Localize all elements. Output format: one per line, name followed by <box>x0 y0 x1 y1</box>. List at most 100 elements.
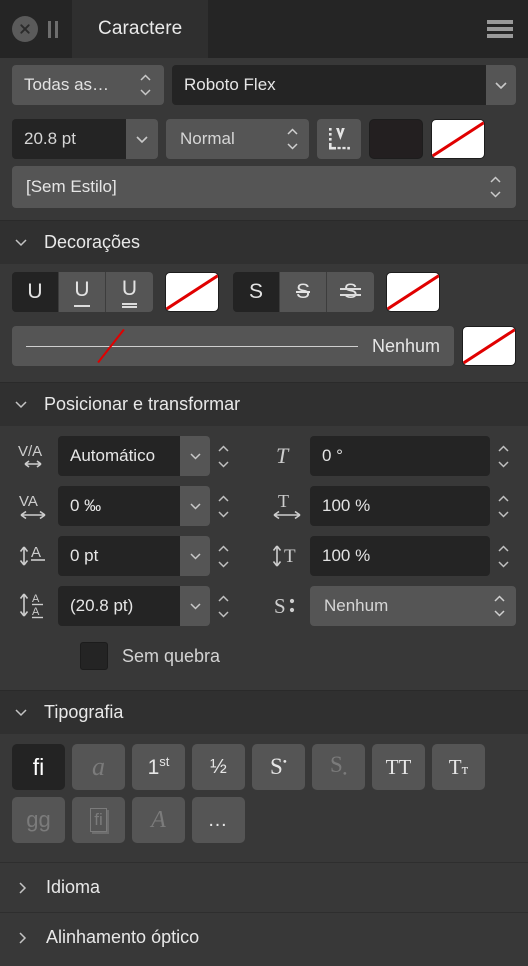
alternate-glyphs-label: gg <box>26 807 51 832</box>
font-size-field[interactable]: 20.8 pt <box>12 119 158 159</box>
contextual-alternates-label: a <box>92 752 105 781</box>
leading-value: (20.8 pt) <box>58 586 180 626</box>
underline-double-button[interactable]: U <box>106 272 153 312</box>
kerning-chevron-down-icon[interactable] <box>180 436 210 476</box>
superscript-label: S• <box>270 754 287 779</box>
all-caps-button[interactable]: TT <box>372 744 425 790</box>
strikethrough-color-swatch[interactable] <box>386 272 440 312</box>
fractions-button[interactable]: ½ <box>192 744 245 790</box>
decoration-line-style-row: Nenhum <box>0 320 528 372</box>
ordinals-button[interactable]: 1st <box>132 744 185 790</box>
strikethrough-double-glyph: S <box>343 280 358 303</box>
tab-label: Caractere <box>98 18 183 39</box>
panel-titlebar: Caractere <box>0 0 528 58</box>
text-position-value: Nenhum <box>324 596 389 615</box>
strikethrough-double-label: S <box>340 280 361 304</box>
no-break-label: Sem quebra <box>122 645 221 666</box>
ordinals-label: 1st <box>147 754 170 779</box>
swash-button[interactable]: A <box>132 797 185 843</box>
subscript-button[interactable]: S• <box>312 744 365 790</box>
more-typography-label: … <box>207 808 230 831</box>
skew-stepper[interactable] <box>490 436 516 476</box>
subscript-glyph: S <box>330 752 343 778</box>
kerning-select[interactable]: Automático <box>58 436 210 476</box>
text-baseline-icon[interactable] <box>317 119 361 159</box>
section-header-typography[interactable]: Tipografia <box>0 690 528 734</box>
drag-handle-icon[interactable] <box>48 20 58 38</box>
chevron-down-icon <box>14 400 28 409</box>
underline-color-swatch[interactable] <box>165 272 219 312</box>
text-style-select[interactable]: [Sem Estilo] <box>12 166 516 208</box>
character-panel: Caractere Todas as… Roboto Flex 20.8 pt <box>0 0 528 966</box>
section-header-optical-alignment[interactable]: Alinhamento óptico <box>0 912 528 962</box>
chevron-right-icon <box>16 931 28 945</box>
skew-field[interactable]: 0 ° <box>310 436 490 476</box>
text-position-stepper-icon[interactable] <box>493 595 506 617</box>
line-style-preview[interactable]: Nenhum <box>12 326 454 366</box>
text-style-stepper-icon[interactable] <box>489 176 502 198</box>
section-header-decorations[interactable]: Decorações <box>0 220 528 264</box>
horizontal-scale-stepper[interactable] <box>490 486 516 526</box>
font-weight-value: Normal <box>180 129 235 148</box>
font-filter-select[interactable]: Todas as… <box>12 65 164 105</box>
tracking-stepper[interactable] <box>210 486 236 526</box>
svg-text:S: S <box>274 594 286 618</box>
baseline-shift-stepper[interactable] <box>210 536 236 576</box>
kerning-control: V/A Automático <box>12 436 264 476</box>
small-caps-button[interactable]: Tт <box>432 744 485 790</box>
underline-none-label: U <box>27 280 43 303</box>
discretionary-ligatures-button[interactable]: fi <box>72 797 125 843</box>
tab-caractere[interactable]: Caractere <box>72 0 209 58</box>
baseline-vscale-row: A 0 pt T 100 % <box>12 536 516 576</box>
horizontal-scale-field[interactable]: 100 % <box>310 486 490 526</box>
no-break-checkbox[interactable] <box>80 642 108 670</box>
underline-none-button[interactable]: U <box>12 272 59 312</box>
hamburger-menu-icon[interactable] <box>472 0 528 58</box>
decorations-buttons-row: U U U S S S <box>0 264 528 320</box>
font-family-select[interactable]: Roboto Flex <box>172 65 516 105</box>
skew-control: T 0 ° <box>264 436 516 476</box>
text-position-control: S Nenhum <box>264 586 516 626</box>
close-circle-icon[interactable] <box>12 16 38 42</box>
chevron-down-icon <box>14 238 28 247</box>
text-position-icon: S <box>264 586 310 626</box>
baseline-shift-select[interactable]: 0 pt <box>58 536 210 576</box>
vertical-scale-control: T 100 % <box>264 536 516 576</box>
section-header-position-transform[interactable]: Posicionar e transformar <box>0 382 528 426</box>
strikethrough-single-button[interactable]: S <box>280 272 327 312</box>
leading-icon: A A <box>12 586 58 626</box>
more-typography-button[interactable]: … <box>192 797 245 843</box>
alternate-glyphs-button[interactable]: gg <box>12 797 65 843</box>
section-title: Decorações <box>44 232 141 252</box>
font-family-chevron-down-icon[interactable] <box>486 65 516 105</box>
standard-ligatures-button[interactable]: fi <box>12 744 65 790</box>
standard-ligatures-label: fi <box>32 753 45 780</box>
font-size-value: 20.8 pt <box>12 119 126 159</box>
svg-text:VA: VA <box>19 493 38 510</box>
hamburger-lines <box>487 17 513 41</box>
leading-select[interactable]: (20.8 pt) <box>58 586 210 626</box>
line-style-color-swatch[interactable] <box>462 326 516 366</box>
font-weight-select[interactable]: Normal <box>166 119 309 159</box>
tracking-select[interactable]: 0 ‰ <box>58 486 210 526</box>
tracking-chevron-down-icon[interactable] <box>180 486 210 526</box>
superscript-button[interactable]: S• <box>252 744 305 790</box>
text-fill-swatch[interactable] <box>369 119 423 159</box>
leading-stepper[interactable] <box>210 586 236 626</box>
contextual-alternates-button[interactable]: a <box>72 744 125 790</box>
underline-single-button[interactable]: U <box>59 272 106 312</box>
kerning-stepper[interactable] <box>210 436 236 476</box>
text-position-select[interactable]: Nenhum <box>310 586 516 626</box>
baseline-shift-chevron-down-icon[interactable] <box>180 536 210 576</box>
underline-single-label: U <box>74 278 90 307</box>
strikethrough-none-button[interactable]: S <box>233 272 280 312</box>
strikethrough-double-button[interactable]: S <box>327 272 374 312</box>
section-header-language[interactable]: Idioma <box>0 862 528 912</box>
font-filter-stepper-icon[interactable] <box>139 74 152 96</box>
vertical-scale-field[interactable]: 100 % <box>310 536 490 576</box>
vertical-scale-stepper[interactable] <box>490 536 516 576</box>
leading-chevron-down-icon[interactable] <box>180 586 210 626</box>
font-size-chevron-down-icon[interactable] <box>126 119 158 159</box>
font-weight-stepper-icon[interactable] <box>286 128 299 150</box>
text-stroke-swatch[interactable] <box>431 119 485 159</box>
